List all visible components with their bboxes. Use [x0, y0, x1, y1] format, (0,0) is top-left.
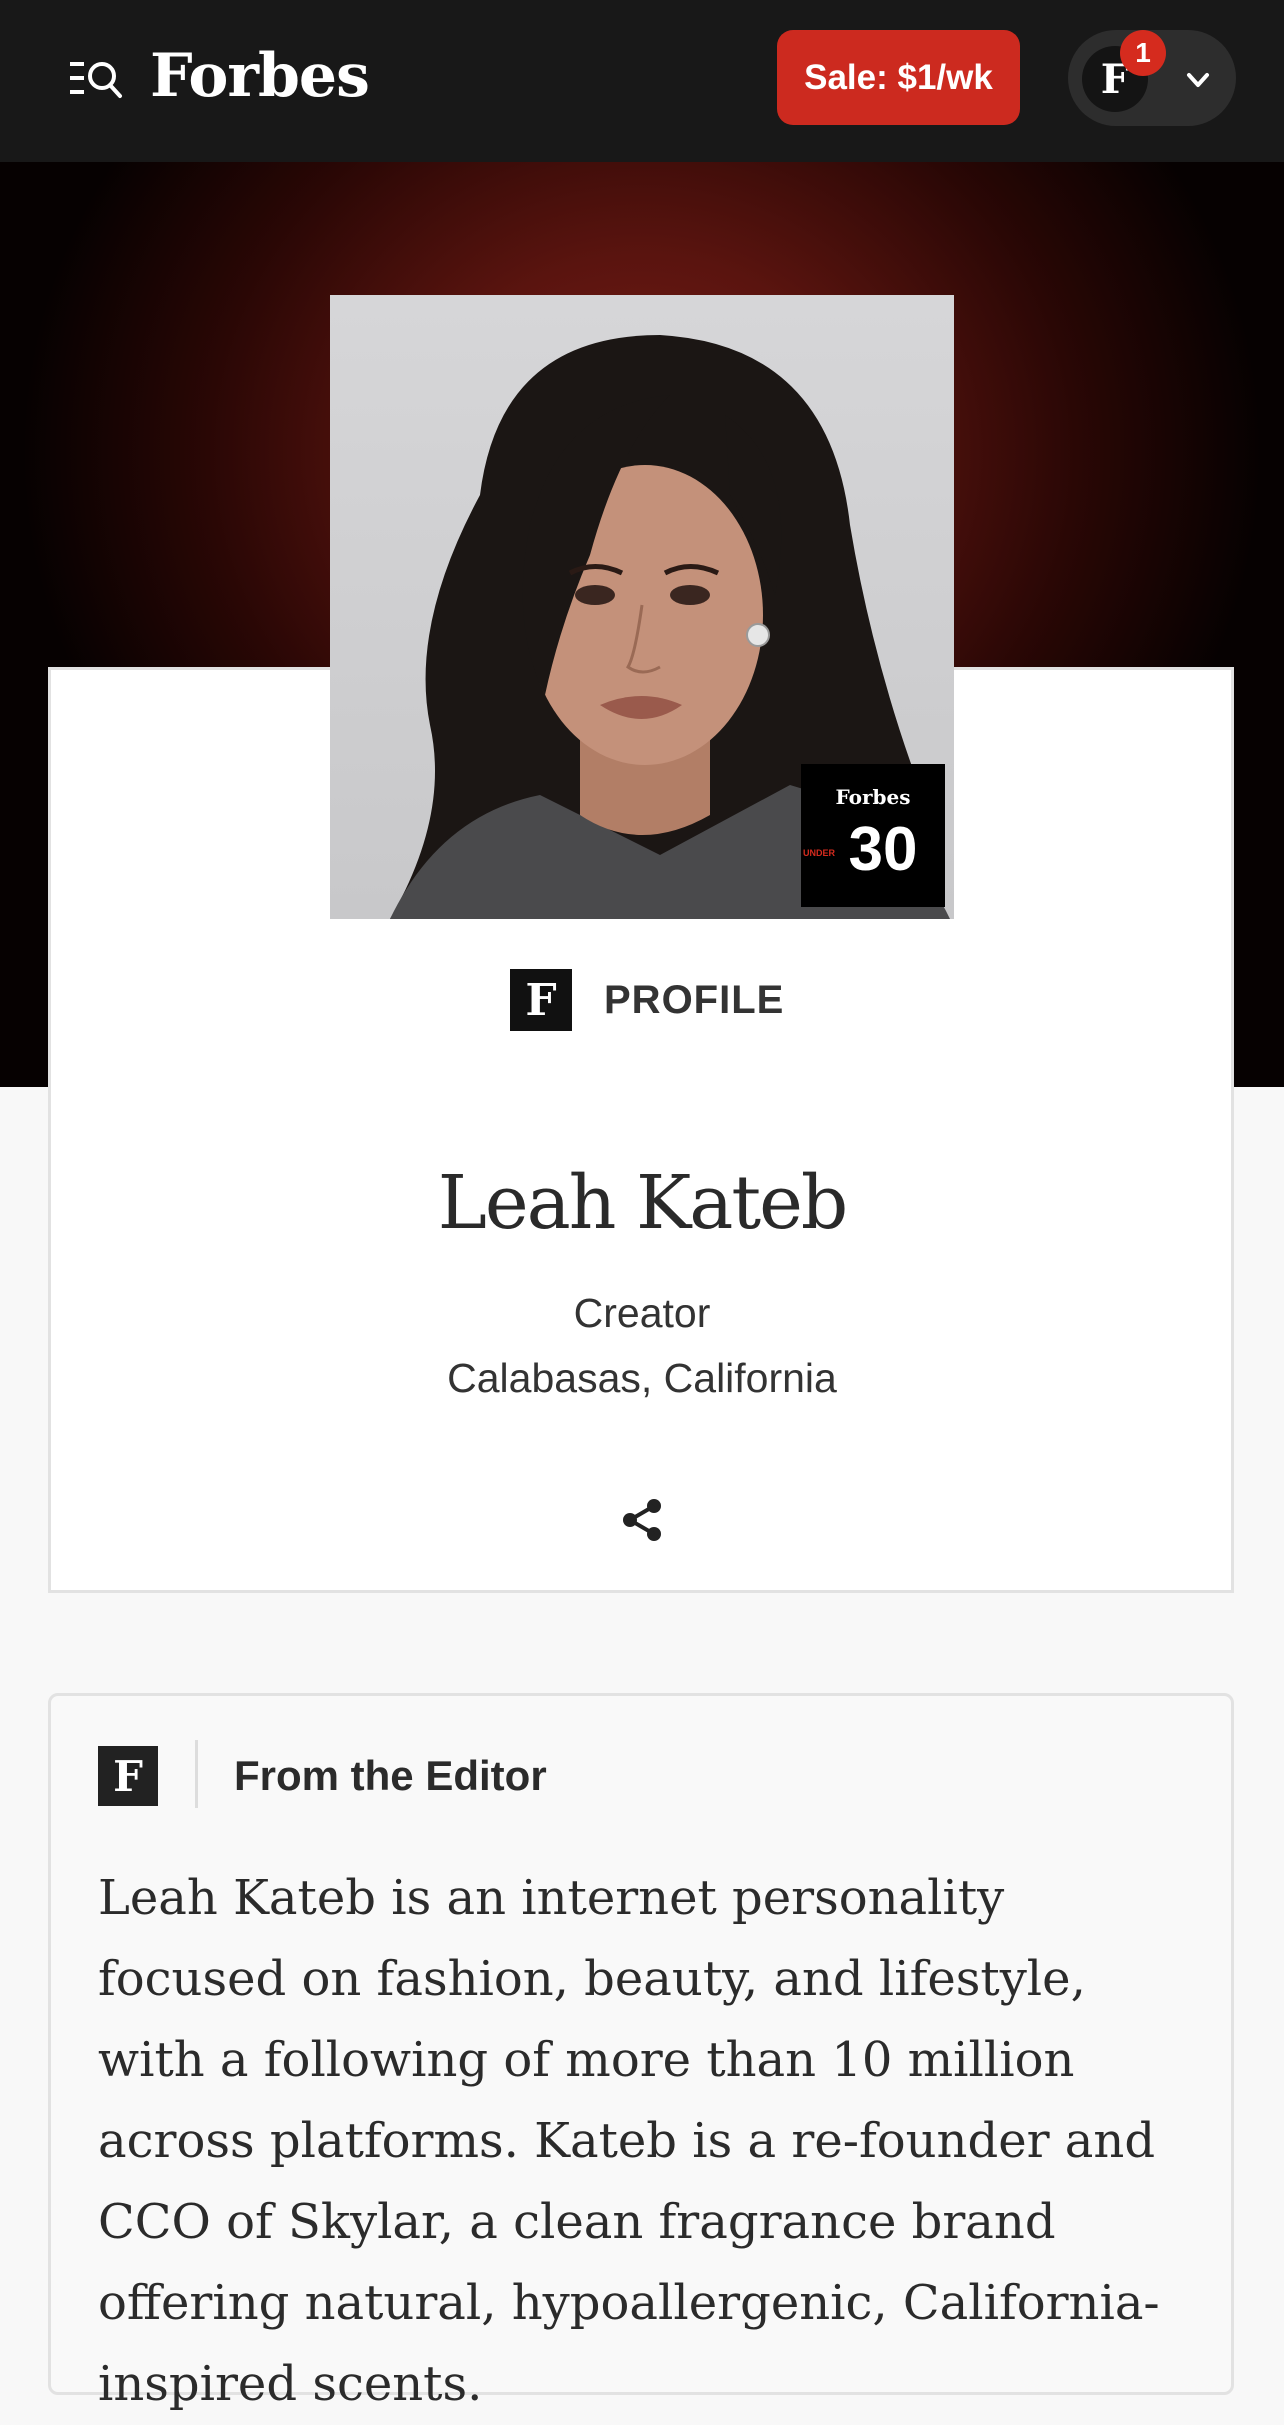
menu-search-icon[interactable]: [68, 54, 124, 102]
badge-brand: Forbes: [836, 785, 911, 809]
profile-section-label: F PROFILE: [510, 968, 784, 1032]
profile-photo: Forbes UNDER 30: [330, 295, 954, 919]
share-icon[interactable]: [620, 1497, 664, 1543]
badge-number: 30: [849, 815, 918, 884]
sale-button[interactable]: Sale: $1/wk: [777, 30, 1020, 125]
divider: [195, 1740, 198, 1808]
editor-body: Leah Kateb is an internet personality fo…: [98, 1870, 1160, 2412]
forbes-f-icon: F: [510, 969, 572, 1031]
under-30-badge: Forbes UNDER 30: [801, 764, 945, 907]
profile-label: PROFILE: [604, 977, 785, 1022]
chevron-down-icon: [1187, 73, 1209, 87]
editor-title: From the Editor: [234, 1752, 547, 1799]
account-menu-button[interactable]: F 1: [1068, 30, 1236, 126]
top-nav-bar: Forbes Sale: $1/wk F 1: [0, 0, 1284, 162]
profile-name: Leah Kateb: [437, 1160, 849, 1246]
badge-prefix: UNDER: [803, 848, 836, 858]
profile-location: Calabasas, California: [447, 1355, 837, 1401]
notification-badge: 1: [1120, 30, 1166, 76]
forbes-f-icon: F: [98, 1746, 158, 1806]
profile-role: Creator: [573, 1290, 711, 1336]
forbes-logo[interactable]: Forbes: [150, 36, 370, 116]
